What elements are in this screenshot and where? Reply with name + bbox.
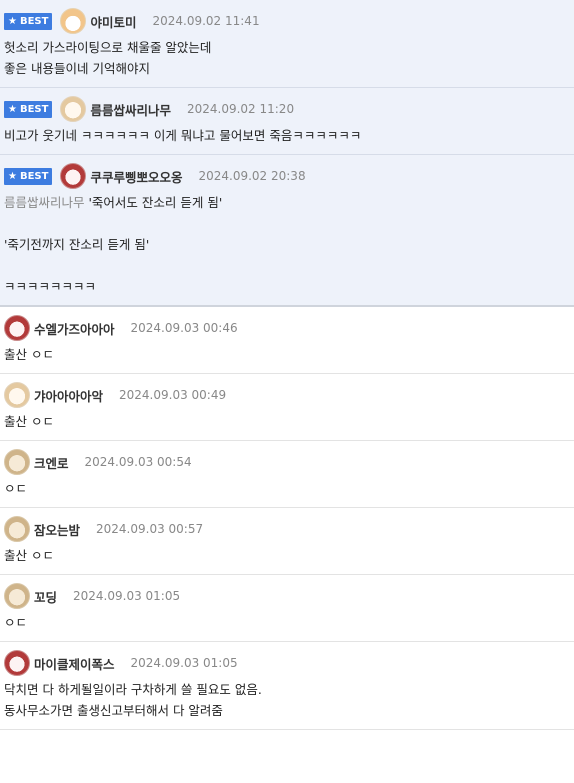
comment-header: 갸아아아아악 2024.09.03 00:49 — [4, 382, 570, 408]
comment-header: 마이클제이폭스 2024.09.03 01:05 — [4, 650, 570, 676]
star-icon: ★ — [8, 15, 17, 27]
tan-avatar[interactable] — [4, 449, 30, 475]
comment: 수엘가즈아아아 2024.09.03 00:46 출산 ㅇㄷ — [0, 307, 574, 374]
comment-body: 출산 ㅇㄷ — [4, 548, 54, 563]
comment-header: ★ BEST 름름쌉싸리나무 2024.09.02 11:20 — [4, 96, 570, 122]
timestamp: 2024.09.03 00:57 — [96, 522, 204, 536]
red-avatar[interactable] — [4, 315, 30, 341]
comment-list: ★ BEST 야미토미 2024.09.02 11:41 헛소리 가스라이팅으로 채울줄… — [0, 0, 574, 730]
comment-header: 꼬딩 2024.09.03 01:05 — [4, 583, 570, 609]
tan-avatar[interactable] — [4, 583, 30, 609]
comment-body: 비고가 웃기네 ㅋㅋㅋㅋㅋㅋ 이게 뭐냐고 물어보면 죽음ㅋㅋㅋㅋㅋㅋ — [4, 128, 362, 143]
fox-avatar[interactable] — [60, 8, 87, 34]
best-comment: ★ BEST 름름쌉싸리나무 2024.09.02 11:20 비고가 웃기네 ㅋㅋㅋㅋ… — [0, 88, 574, 155]
best-badge-label: BEST — [19, 170, 49, 182]
best-badge-label: BEST — [19, 103, 49, 115]
nickname[interactable]: 마이클제이폭스 — [34, 654, 115, 673]
nickname[interactable]: 크엔로 — [34, 453, 69, 472]
timestamp: 2024.09.02 20:38 — [198, 169, 306, 183]
timestamp: 2024.09.02 11:20 — [186, 102, 295, 116]
best-comment: ★ BEST 쿠쿠루삥뽀오오옹 2024.09.02 20:38 름름쌉싸리나무 '죽어… — [0, 155, 574, 307]
comment: 크엔로 2024.09.03 00:54 ㅇㄷ — [0, 441, 574, 508]
comment-body: ㅇㄷ — [4, 615, 28, 630]
comment-body: 헛소리 가스라이팅으로 채울줄 알았는데 좋은 내용들이네 기억해야지 — [4, 40, 212, 76]
comment: 갸아아아아악 2024.09.03 00:49 출산 ㅇㄷ — [0, 374, 574, 441]
comment: 꼬딩 2024.09.03 01:05 ㅇㄷ — [0, 575, 574, 642]
best-badge-label: BEST — [19, 15, 49, 27]
timestamp: 2024.09.03 01:05 — [73, 589, 181, 603]
comment-body: 출산 ㅇㄷ — [4, 414, 54, 429]
star-icon: ★ — [8, 170, 17, 182]
dog-avatar[interactable] — [60, 96, 87, 122]
timestamp: 2024.09.03 00:46 — [130, 321, 238, 335]
nickname[interactable]: 야미토미 — [90, 12, 136, 31]
comment-body: 름름쌉싸리나무 '죽어서도 잔소리 듣게 됨' '죽기전까지 잔소리 듣게 됨'… — [4, 188, 570, 305]
comment: 잠오는밤 2024.09.03 00:57 출산 ㅇㄷ — [0, 508, 574, 575]
comment-body: 출산 ㅇㄷ — [4, 347, 54, 362]
nickname[interactable]: 잠오는밤 — [34, 520, 80, 539]
timestamp: 2024.09.02 11:41 — [152, 14, 260, 28]
red-avatar[interactable] — [4, 650, 30, 676]
comment-header: 잠오는밤 2024.09.03 00:57 — [4, 516, 570, 542]
nickname[interactable]: 꼬딩 — [34, 587, 57, 606]
timestamp: 2024.09.03 00:54 — [84, 455, 192, 469]
nickname[interactable]: 름름쌉싸리나무 — [90, 100, 171, 119]
mention-link[interactable]: 름름쌉싸리나무 — [4, 195, 85, 210]
timestamp: 2024.09.03 01:05 — [130, 656, 238, 670]
comment-header: ★ BEST 쿠쿠루삥뽀오오옹 2024.09.02 20:38 — [4, 163, 570, 189]
nickname[interactable]: 쿠쿠루삥뽀오오옹 — [90, 167, 182, 186]
red-avatar[interactable] — [60, 163, 87, 189]
nickname[interactable]: 갸아아아아악 — [34, 386, 103, 405]
tan-avatar[interactable] — [4, 516, 30, 542]
comment-header: 수엘가즈아아아 2024.09.03 00:46 — [4, 315, 570, 341]
dog-avatar[interactable] — [4, 382, 30, 408]
comment-header: ★ BEST 야미토미 2024.09.02 11:41 — [4, 8, 570, 34]
comment-header: 크엔로 2024.09.03 00:54 — [4, 449, 570, 475]
comment-body: ㅇㄷ — [4, 481, 28, 496]
best-badge: ★ BEST — [4, 12, 53, 30]
star-icon: ★ — [8, 103, 17, 115]
nickname[interactable]: 수엘가즈아아아 — [34, 319, 115, 338]
comment-body: 닥치면 다 하게될일이라 구차하게 쓸 필요도 없음. 동사무소가면 출생신고부… — [4, 682, 262, 718]
best-comment: ★ BEST 야미토미 2024.09.02 11:41 헛소리 가스라이팅으로 채울줄… — [0, 0, 574, 88]
best-badge: ★ BEST — [4, 167, 53, 185]
best-badge: ★ BEST — [4, 100, 53, 118]
timestamp: 2024.09.03 00:49 — [119, 388, 227, 402]
comment: 마이클제이폭스 2024.09.03 01:05 닥치면 다 하게될일이라 구차하게… — [0, 642, 574, 730]
